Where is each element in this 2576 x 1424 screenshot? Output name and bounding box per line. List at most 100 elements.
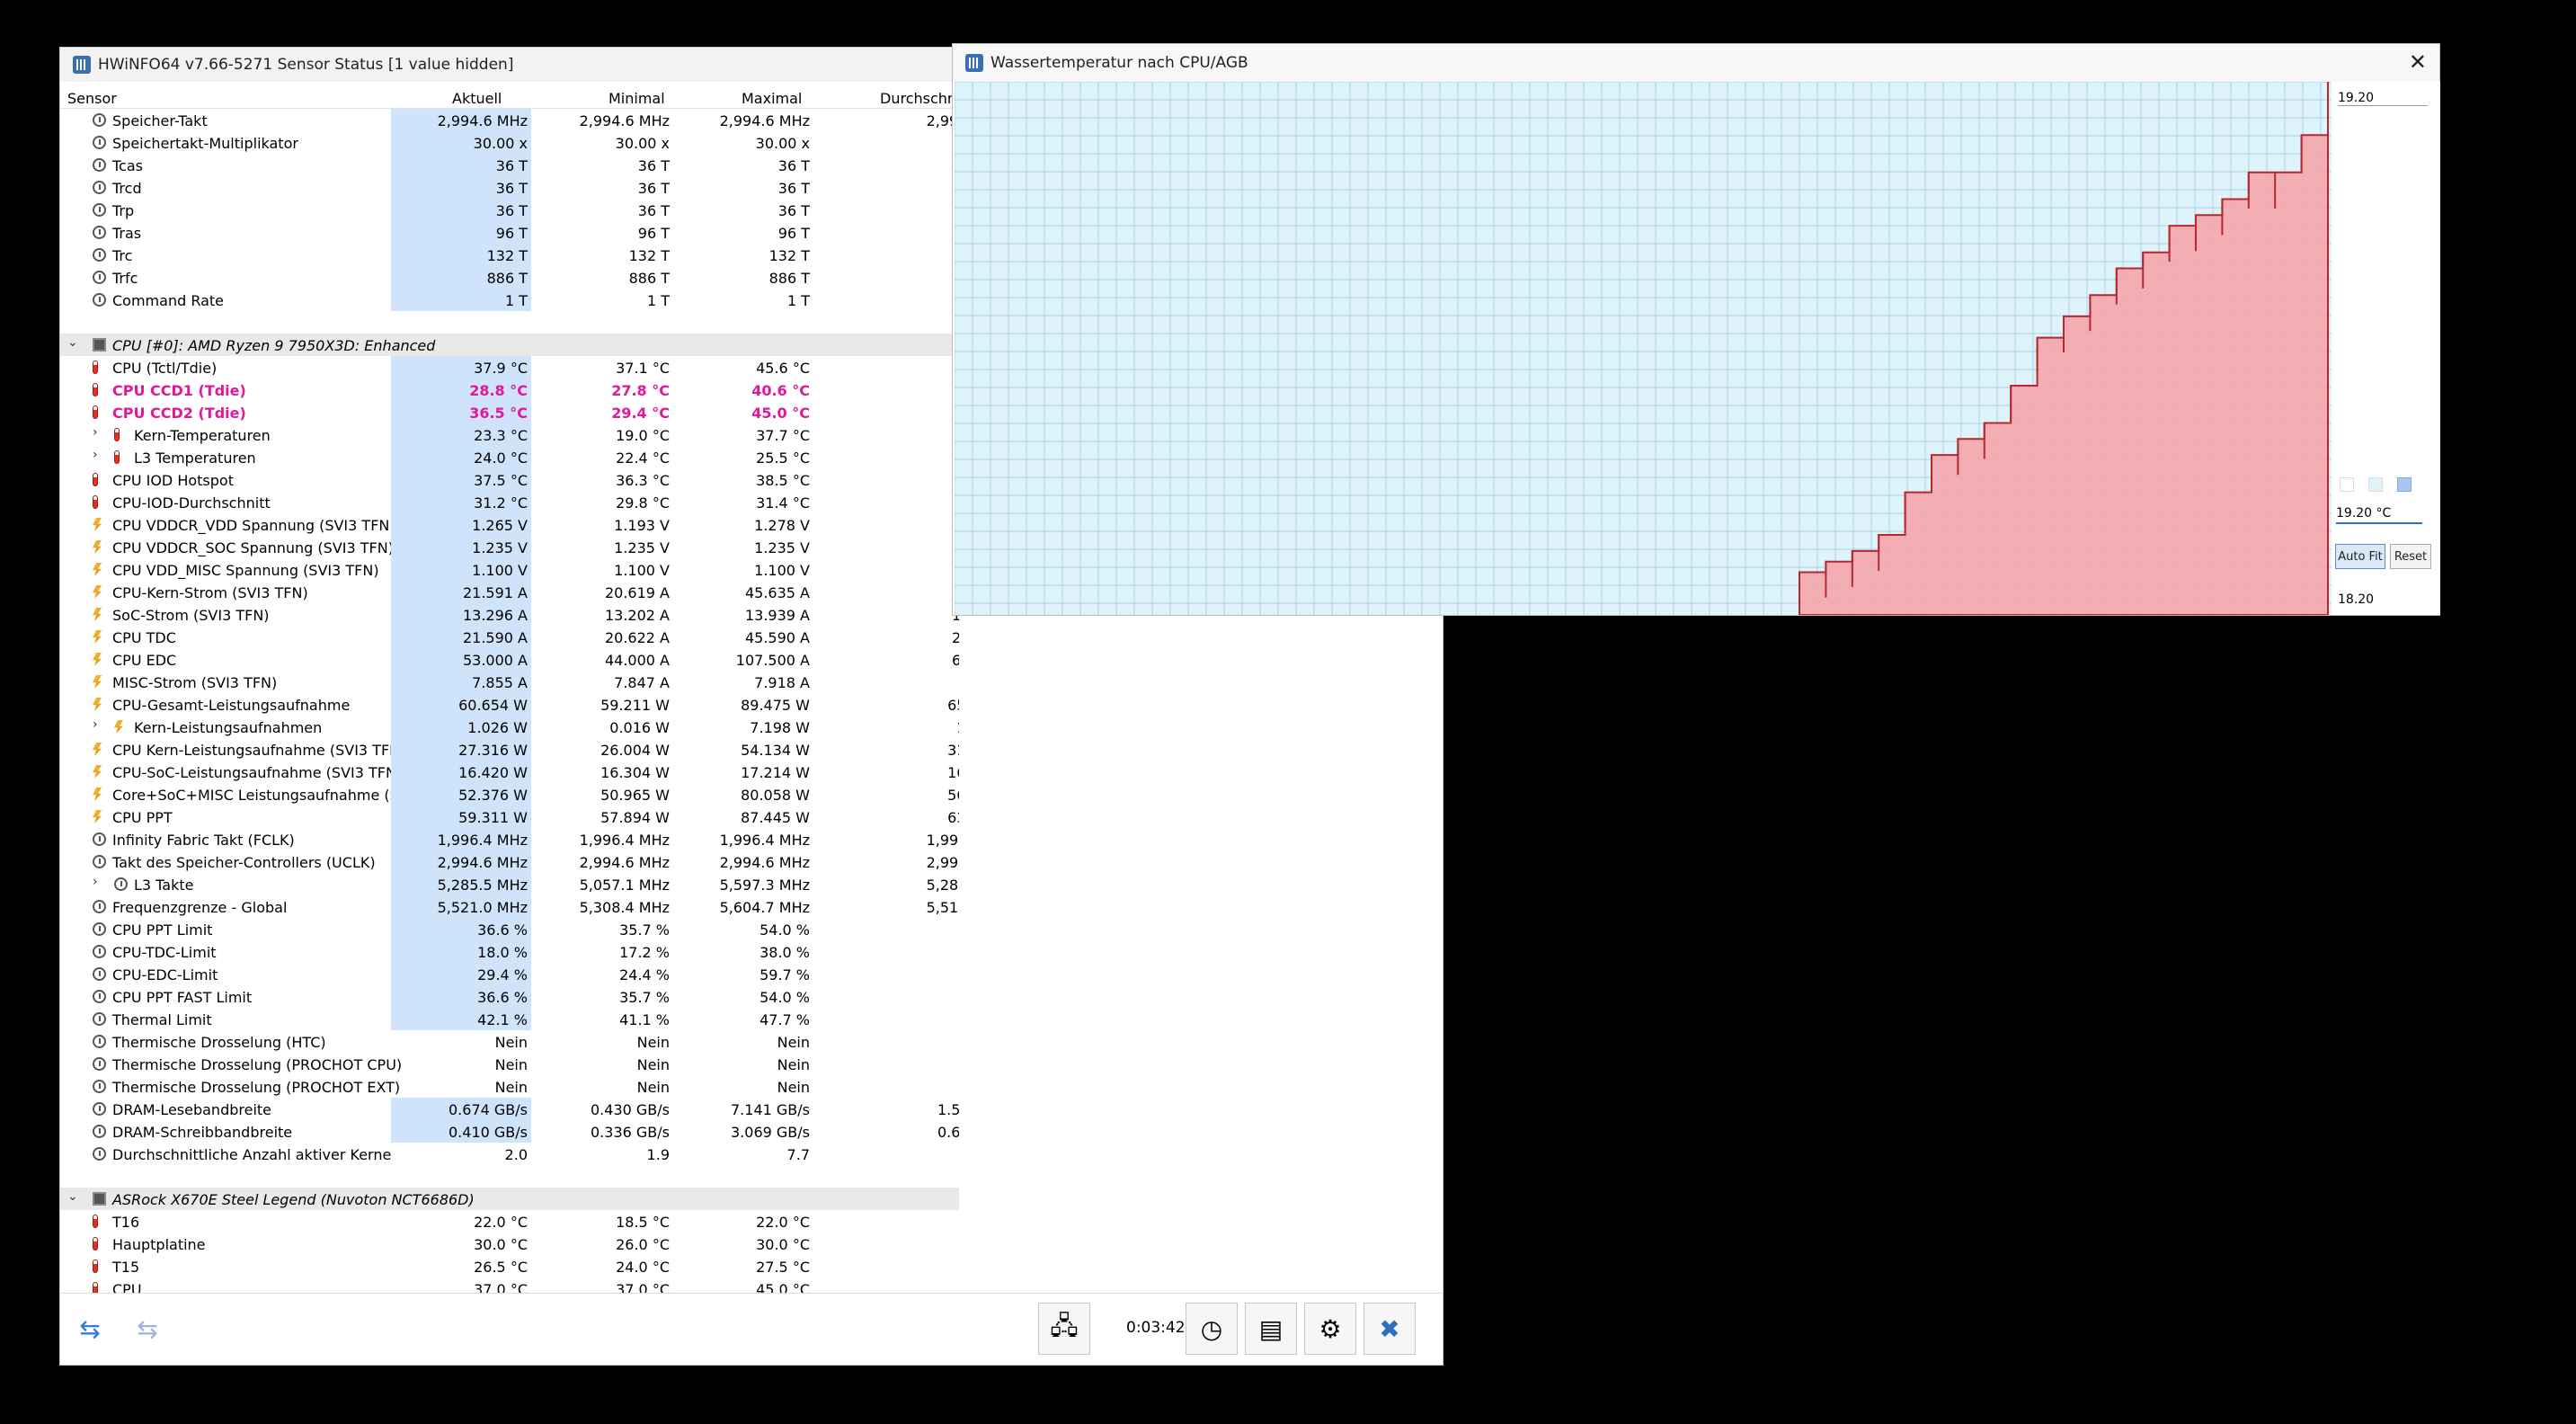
sensor-row[interactable]: Durchschnittliche Anzahl aktiver Kerne 2.… [60,1143,959,1165]
sensor-row[interactable]: Trc 132 T 132 T 132 T [60,244,959,266]
sensor-row[interactable]: CPU-IOD-Durchschnitt 31.2 °C 29.8 °C 31.4 °… [60,491,959,513]
sensor-row[interactable]: › Kern-Temperaturen 23.3 °C 19.0 °C 37.7 °C2… [60,423,959,446]
color-swatch-line[interactable] [2397,477,2412,492]
sensor-row[interactable]: CPU-EDC-Limit 29.4 % 24.4 % 59.7 %36.8 % [60,963,959,985]
close-x-icon[interactable]: ✖ [1364,1303,1416,1355]
network-icon[interactable]: 🖧 [1038,1303,1090,1355]
value-min: 2,994.6 MHz [579,854,670,871]
sensor-row[interactable]: Trfc 886 T 886 T 886 T [60,266,959,289]
sensor-row[interactable]: Thermische Drosselung (PROCHOT EXT) Nein N… [60,1075,959,1098]
sensor-name: Thermal Limit [112,1011,212,1028]
report-icon[interactable]: ▤ [1245,1303,1297,1355]
sensor-row[interactable]: CPU PPT Limit 36.6 % 35.7 % 54.0 %39.5 % [60,918,959,940]
sensor-row[interactable]: CPU PPT 59.311 W 57.894 W 87.445 W 63.983 W [60,805,959,828]
sensor-row[interactable]: Takt des Speicher-Controllers (UCLK) 2,99… [60,850,959,873]
sensor-name: Trp [112,202,135,219]
autofit-button[interactable]: Auto Fit [2335,544,2385,569]
sensor-row[interactable]: Frequenzgrenze - Global 5,521.0 MHz 5,308.… [60,895,959,918]
sensor-row[interactable]: Speicher-Takt 2,994.6 MHz 2,994.6 MHz 2,994… [60,109,959,131]
sensor-row[interactable]: T1622.0 °C18.5 °C22.0 °C20.4 °C [60,1210,959,1233]
sensor-row[interactable]: CPU Kern-Leistungsaufnahme (SVI3 TFN) 27.… [60,738,959,761]
sensor-row[interactable]: Tcas 36 T 36 T 36 T [60,154,959,176]
sensor-row[interactable]: CPU CCD1 (Tdie) 28.8 °C 27.8 °C 40.6 °C29.0… [60,378,959,401]
sensor-row[interactable]: CPU IOD Hotspot 37.5 °C 36.3 °C 38.5 °C37.2… [60,468,959,491]
graph-close-icon[interactable]: ✕ [2409,49,2427,75]
sensor-row[interactable]: CPU (Tctl/Tdie) 37.9 °C 37.1 °C 45.6 °C39.4… [60,356,959,378]
sensor-row[interactable]: CPU-Kern-Strom (SVI3 TFN) 21.591 A 20.619 … [60,581,959,603]
sensor-row[interactable]: T15 26.5 °C 24.0 °C 27.5 °C26.4 °C [60,1255,959,1277]
sensor-row[interactable]: CPU-TDC-Limit 18.0 % 17.2 % 38.0 %21.1 % [60,940,959,963]
sensor-row[interactable]: CPU VDD_MISC Spannung (SVI3 TFN) 1.100 V1… [60,558,959,581]
sensor-table[interactable]: Sensor Aktuell Minimal Maximal Durchschn… [60,86,959,1329]
sensor-row[interactable]: Thermal Limit 42.1 % 41.1 % 47.7 %42.2 % [60,1008,959,1030]
sensor-row[interactable]: CPU PPT FAST Limit 36.6 % 35.7 % 54.0 %39.5… [60,985,959,1008]
sensor-name: Speichertakt-Multiplikator [112,135,298,152]
value-avg: 29.0 °C [812,382,959,399]
sensor-row[interactable]: CPU VDDCR_SOC Spannung (SVI3 TFN) 1.235 V… [60,536,959,558]
settings-gear-icon[interactable]: ⚙ [1304,1303,1356,1355]
value-min: 1.193 V [614,517,670,534]
sensor-row[interactable]: Core+SoC+MISC Leistungsaufnahme (S... 52.… [60,783,959,805]
sensor-row[interactable]: CPU-SoC-Leistungsaufnahme (SVI3 TFN) 16.4… [60,761,959,783]
col-max[interactable]: Maximal [742,90,802,107]
sensor-name: CPU-SoC-Leistungsaufnahme (SVI3 TFN) [112,764,403,781]
clock-icon [93,1057,106,1071]
sensor-row[interactable]: Tras 96 T 96 T 96 T [60,221,959,244]
collapse-chevron-icon[interactable]: ⌄ [67,335,78,350]
sensor-row[interactable]: CPU-Gesamt-Leistungsaufnahme 60.654 W 59.2… [60,693,959,716]
sensor-row[interactable]: Trcd 36 T 36 T 36 T [60,176,959,199]
nav-arrows-disabled-icon[interactable]: ⇆ [121,1303,173,1355]
value-min: 26.004 W [600,742,670,759]
color-swatch-grid[interactable] [2368,477,2383,492]
lightning-icon [114,720,123,734]
value-current: 30.00 x [391,131,531,154]
graph-titlebar[interactable]: Wassertemperatur nach CPU/AGB ✕ [953,44,2439,82]
sensor-row[interactable]: Speichertakt-Multiplikator 30.00 x 30.00 x… [60,131,959,154]
col-current[interactable]: Aktuell [452,90,502,107]
value-max: 7.918 A [754,674,810,691]
sensor-row[interactable]: Thermische Drosselung (PROCHOT CPU) Nein N… [60,1053,959,1075]
expand-chevron-icon[interactable]: › [93,875,98,889]
value-min: 1.9 [646,1146,670,1163]
section-row[interactable]: ⌄ ASRock X670E Steel Legend (Nuvoton NCT6… [60,1188,959,1210]
expand-chevron-icon[interactable]: › [93,425,98,440]
col-avg[interactable]: Durchschnitt [880,90,959,107]
value-max: 45.635 A [744,584,810,601]
table-header: Sensor Aktuell Minimal Maximal Durchschn… [60,86,959,109]
col-sensor[interactable]: Sensor [67,90,117,107]
reset-button[interactable]: Reset [2390,544,2431,569]
sensor-row[interactable]: CPU EDC 53.000 A 44.000 A 107.500 A 66.238 A [60,648,959,671]
sensor-row[interactable]: Hauptplatine30.0 °C26.0 °C30.0 °C28.0 °C [60,1233,959,1255]
value-current: 42.1 % [391,1008,531,1030]
sensor-row[interactable]: Infinity Fabric Takt (FCLK) 1,996.4 MHz 1,… [60,828,959,850]
expand-chevron-icon[interactable]: › [93,717,98,732]
sensor-row[interactable]: CPU TDC 21.590 A 20.622 A 45.590 A 25.307 A [60,626,959,648]
sensor-row[interactable]: CPU VDDCR_VDD Spannung (SVI3 TFN) 1.265 V… [60,513,959,536]
collapse-chevron-icon[interactable]: ⌄ [67,1189,78,1204]
blank-row[interactable] [60,1165,959,1188]
sensor-row[interactable]: Thermische Drosselung (HTC) Nein Nein Nein [60,1030,959,1053]
blank-row[interactable] [60,311,959,334]
current-value-field[interactable]: 19.20 °C [2336,503,2422,524]
value-avg: 16.506 W [947,764,959,781]
sensor-row[interactable]: › L3 Temperaturen 24.0 °C 22.4 °C 25.5 °C23.… [60,446,959,468]
color-swatch-bg[interactable] [2340,477,2354,492]
col-min[interactable]: Minimal [608,90,665,107]
nav-arrows-icon[interactable]: ⇆ [64,1303,116,1355]
sensor-row[interactable]: SoC-Strom (SVI3 TFN) 13.296 A 13.202 A 13.9… [60,603,959,626]
expand-chevron-icon[interactable]: › [93,448,98,462]
value-max: 1.100 V [754,562,810,579]
sensor-row[interactable]: Trp 36 T 36 T 36 T [60,199,959,221]
clock-icon[interactable]: ◷ [1186,1303,1238,1355]
sensor-row[interactable]: › Kern-Leistungsaufnahmen 1.026 W 0.016 W 7.… [60,716,959,738]
sensor-row[interactable]: › L3 Takte 5,285.5 MHz 5,057.1 MHz 5,597.3 M… [60,873,959,895]
sensor-row[interactable]: DRAM-Lesebandbreite 0.674 GB/s 0.430 GB/s 7… [60,1098,959,1120]
sensor-row[interactable]: Command Rate 1 T 1 T 1 T [60,289,959,311]
sensor-row[interactable]: CPU CCD2 (Tdie) 36.5 °C 29.4 °C 45.0 °C35.3… [60,401,959,423]
sensor-row[interactable]: MISC-Strom (SVI3 TFN) 7.855 A 7.847 A 7.918… [60,671,959,693]
clock-icon [93,945,106,958]
value-min: 36.3 °C [616,472,670,489]
section-row[interactable]: ⌄ CPU [#0]: AMD Ryzen 9 7950X3D: Enhanced [60,334,959,356]
value-avg: 25.307 A [812,584,959,601]
sensor-row[interactable]: DRAM-Schreibbandbreite 0.410 GB/s 0.336 GB… [60,1120,959,1143]
